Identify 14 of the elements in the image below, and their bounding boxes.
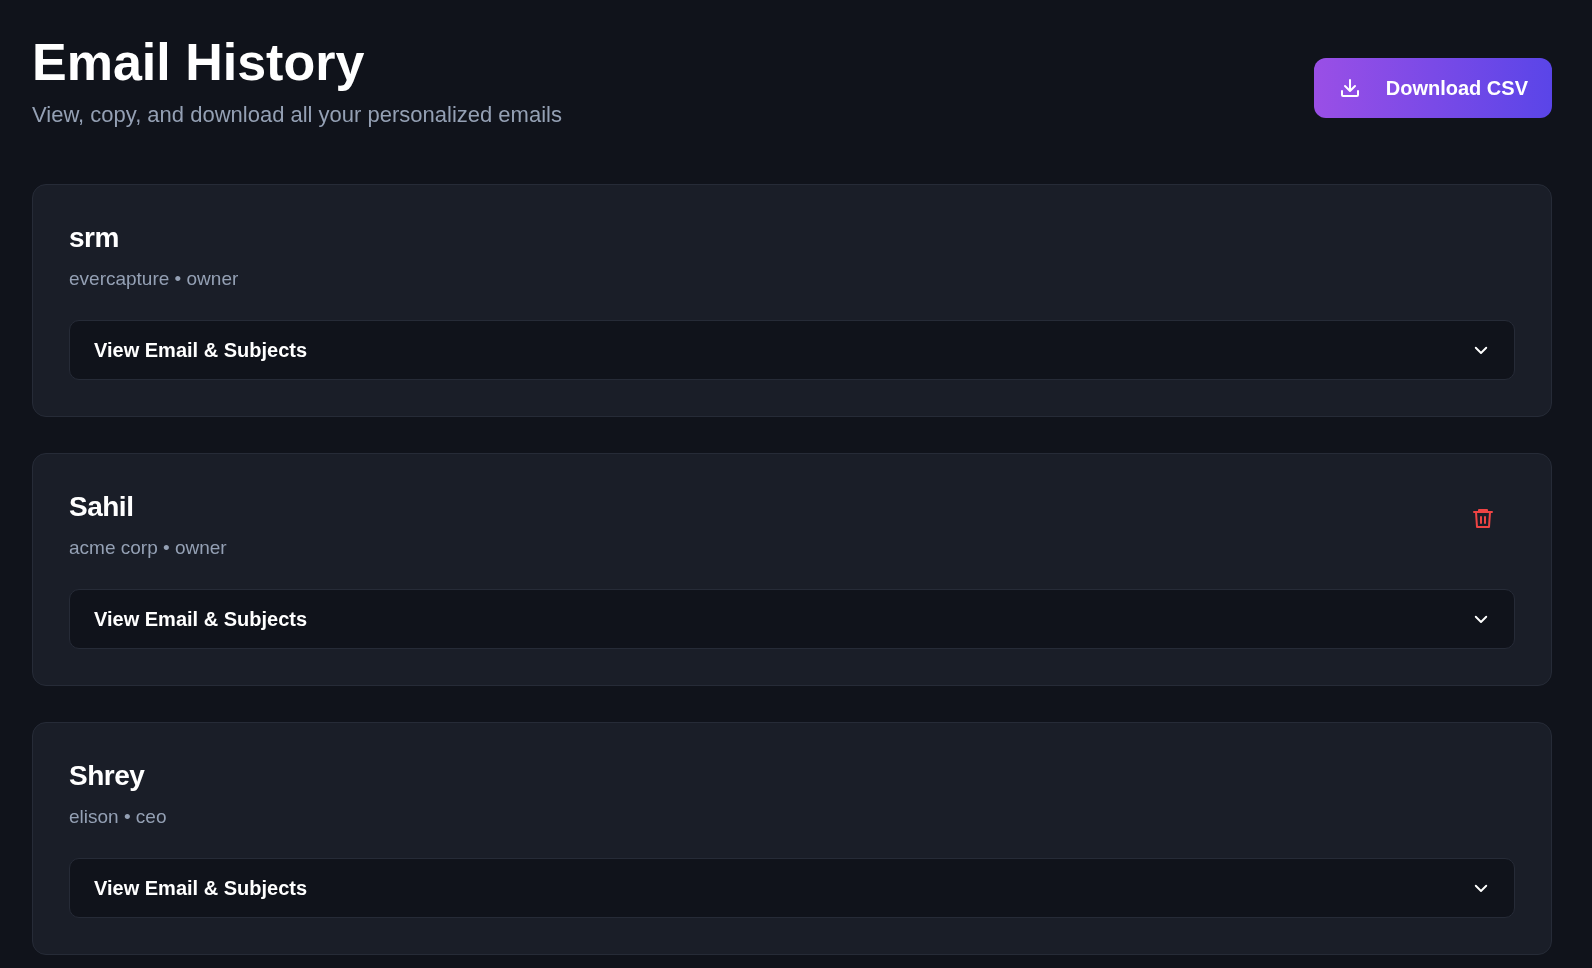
page-title: Email History [32,32,366,93]
view-email-toggle[interactable]: View Email & Subjects [69,858,1515,918]
contact-name: Sahil [69,490,135,524]
contact-details: acme corp • owner [69,537,227,559]
contact-details: elison • ceo [69,806,167,828]
page-subtitle: View, copy, and download all your personalized emails [32,102,562,128]
view-email-toggle[interactable]: View Email & Subjects [69,589,1515,649]
download-csv-button[interactable]: Download CSV [1313,58,1552,118]
contact-name: Shrey [69,759,146,793]
delete-button[interactable] [1471,506,1495,530]
contact-name: srm [69,221,120,255]
contact-details: evercapture • owner [69,268,239,290]
view-email-toggle[interactable]: View Email & Subjects [69,320,1515,380]
trash-icon [1471,506,1495,530]
